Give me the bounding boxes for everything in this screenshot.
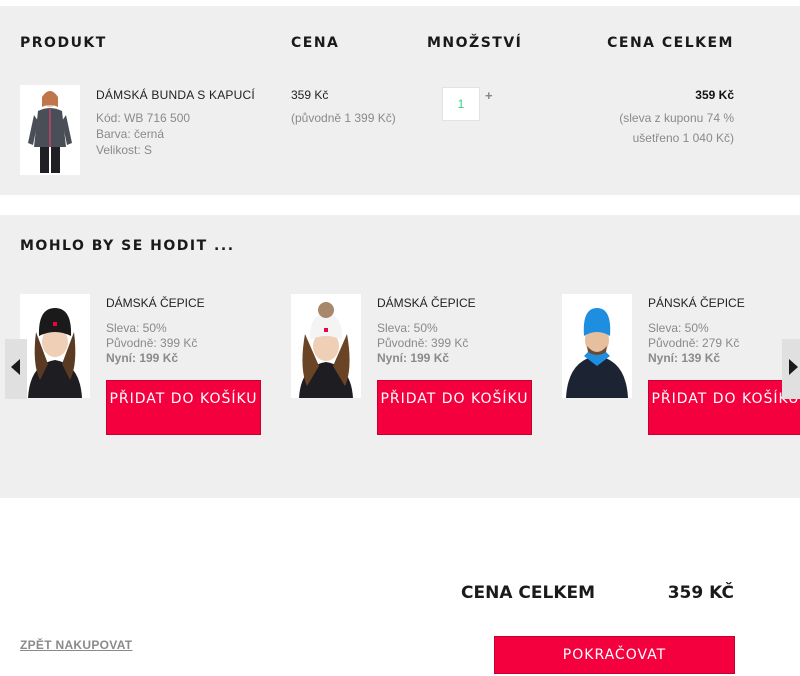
- carousel-prev-button[interactable]: [5, 339, 27, 399]
- recommendation-original-price: Původně: 279 Kč: [648, 336, 740, 350]
- header-quantity: MNOŽSTVÍ: [427, 35, 523, 51]
- unit-price: 359 Kč: [291, 88, 329, 102]
- cart-table: PRODUKT CENA MNOŽSTVÍ CENA CELKEM DÁMSKÁ…: [0, 6, 800, 195]
- recommendation-discount: Sleva: 50%: [106, 321, 167, 335]
- product-image[interactable]: [20, 294, 90, 398]
- carousel-next-button[interactable]: [782, 339, 800, 399]
- product-image[interactable]: [20, 85, 80, 175]
- recommendation-name[interactable]: PÁNSKÁ ČEPICE: [648, 296, 745, 310]
- recommendations-title: MOHLO BY SE HODIT ...: [20, 238, 235, 254]
- product-image[interactable]: [562, 294, 632, 398]
- product-image[interactable]: [291, 294, 361, 398]
- order-total-value: 359 KČ: [667, 583, 734, 603]
- recommendations-section: MOHLO BY SE HODIT ... DÁMSKÁ ČEPICE Slev…: [0, 215, 800, 498]
- quantity-increase-button[interactable]: +: [485, 88, 493, 103]
- product-color: Barva: černá: [96, 127, 165, 141]
- recommendation-original-price: Původně: 399 Kč: [106, 336, 198, 350]
- recommendation-card: DÁMSKÁ ČEPICE Sleva: 50% Původně: 399 Kč…: [291, 294, 541, 444]
- order-total-label: CENA CELKEM: [461, 583, 596, 603]
- header-price: CENA: [291, 35, 340, 51]
- add-to-cart-button[interactable]: PŘIDAT DO KOŠÍKU: [377, 380, 532, 435]
- line-total: 359 Kč: [695, 88, 734, 102]
- recommendation-card: PÁNSKÁ ČEPICE Sleva: 50% Původně: 279 Kč…: [562, 294, 800, 444]
- original-price: (původně 1 399 Kč): [291, 111, 396, 125]
- recommendation-current-price: Nyní: 199 Kč: [106, 351, 179, 365]
- product-name[interactable]: DÁMSKÁ BUNDA S KAPUCÍ: [96, 88, 255, 102]
- triangle-left-icon: [11, 358, 21, 380]
- header-total: CENA CELKEM: [607, 35, 734, 51]
- recommendation-name[interactable]: DÁMSKÁ ČEPICE: [106, 296, 205, 310]
- continue-button[interactable]: POKRAČOVAT: [494, 636, 735, 674]
- recommendation-card: DÁMSKÁ ČEPICE Sleva: 50% Původně: 399 Kč…: [20, 294, 270, 444]
- recommendation-discount: Sleva: 50%: [648, 321, 709, 335]
- continue-shopping-link[interactable]: ZPĚT NAKUPOVAT: [20, 638, 132, 652]
- recommendation-original-price: Původně: 399 Kč: [377, 336, 469, 350]
- recommendation-discount: Sleva: 50%: [377, 321, 438, 335]
- add-to-cart-button[interactable]: PŘIDAT DO KOŠÍKU: [648, 380, 800, 435]
- recommendation-current-price: Nyní: 199 Kč: [377, 351, 450, 365]
- quantity-input[interactable]: 1: [442, 87, 480, 121]
- recommendation-current-price: Nyní: 139 Kč: [648, 351, 721, 365]
- triangle-right-icon: [788, 358, 798, 380]
- recommendation-name[interactable]: DÁMSKÁ ČEPICE: [377, 296, 476, 310]
- header-product: PRODUKT: [20, 35, 107, 51]
- add-to-cart-button[interactable]: PŘIDAT DO KOŠÍKU: [106, 380, 261, 435]
- product-size: Velikost: S: [96, 143, 153, 157]
- product-code: Kód: WB 716 500: [96, 111, 191, 125]
- discount-note: (sleva z kuponu 74 % ušetřeno 1 040 Kč): [619, 111, 734, 145]
